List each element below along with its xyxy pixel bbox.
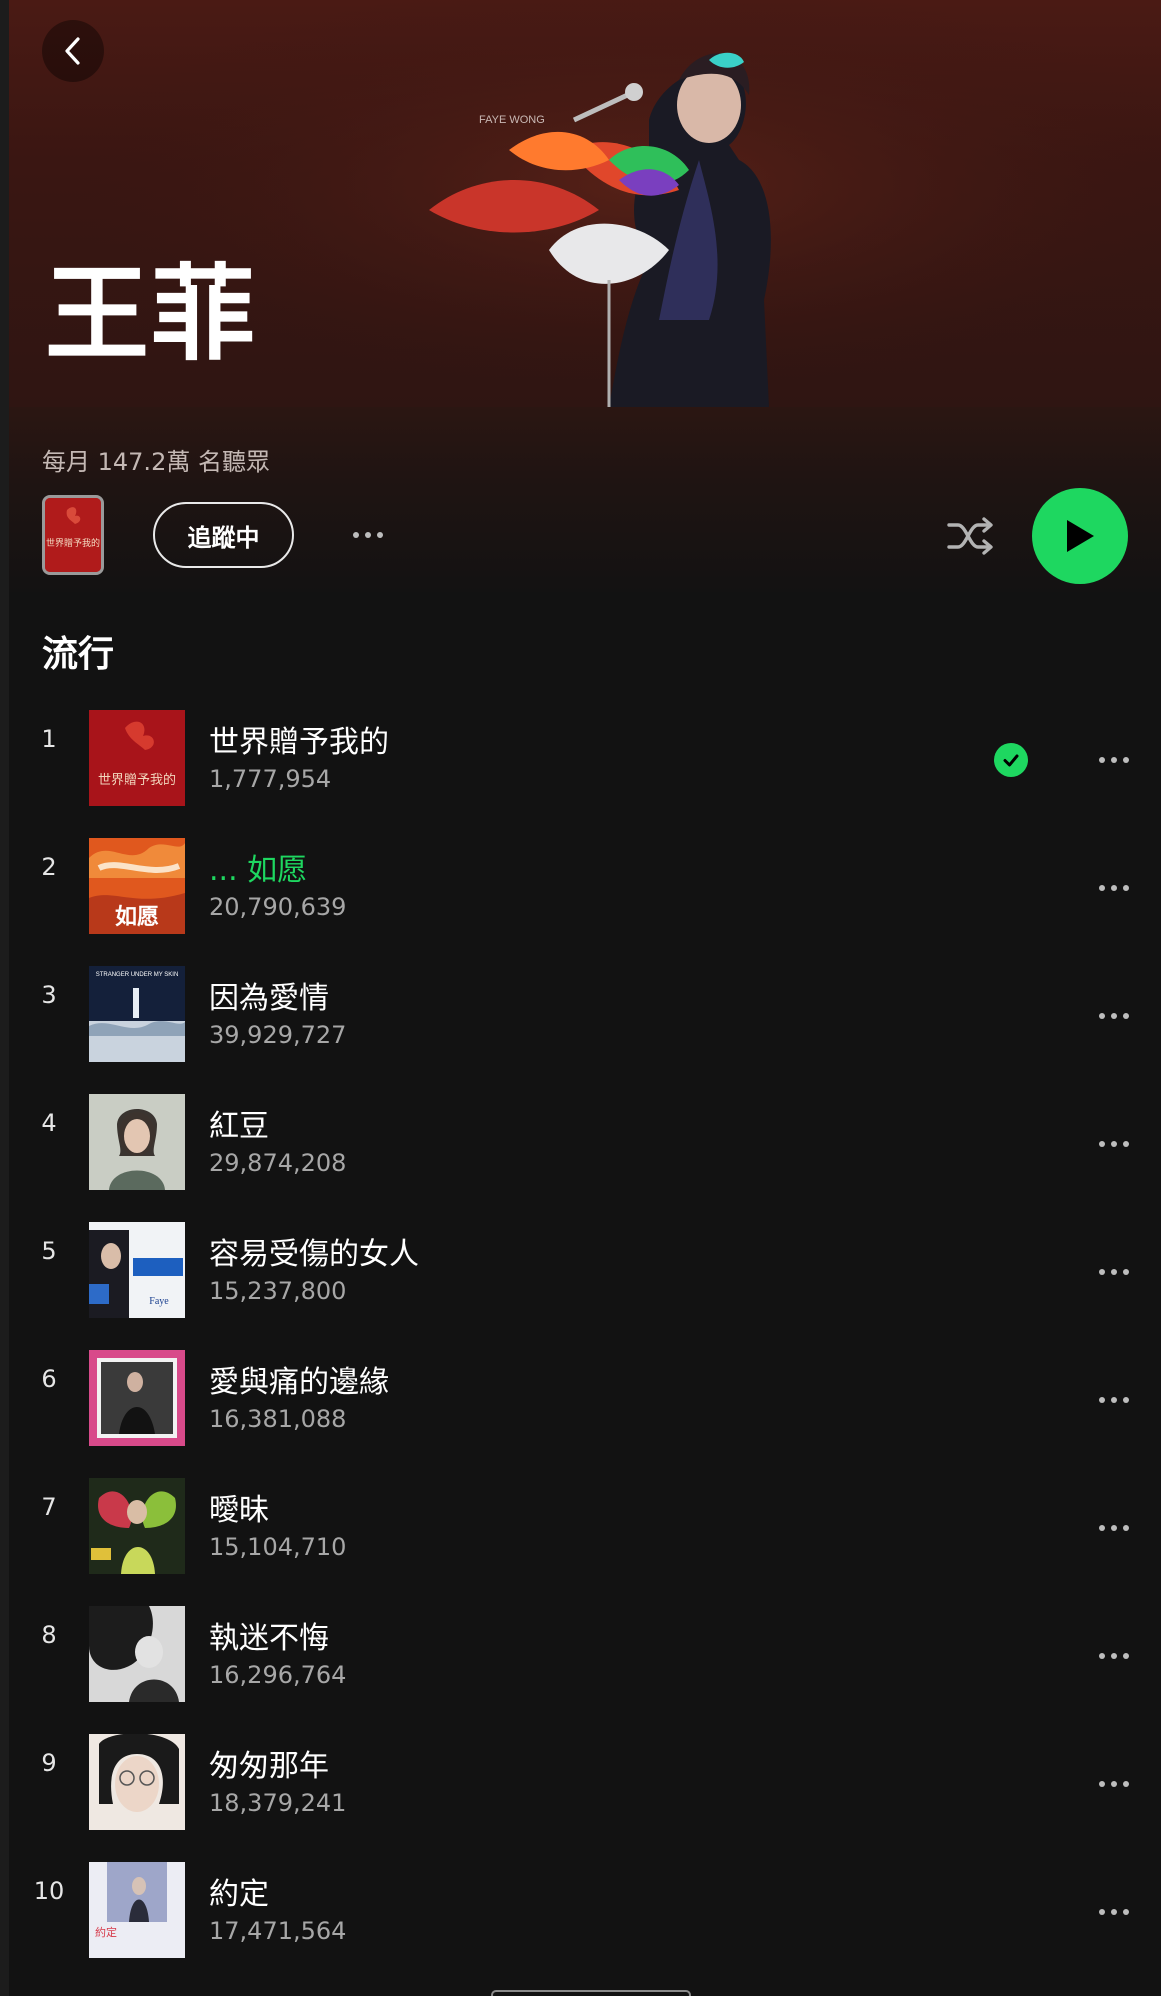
saved-check-button[interactable] <box>994 743 1028 777</box>
track-cover: 約定 <box>89 1862 185 1958</box>
home-indicator <box>491 1990 691 1996</box>
track-title: 曖昧 <box>209 1493 269 1528</box>
track-more-options-button[interactable] <box>1089 743 1139 777</box>
track-rank: 9 <box>41 1749 57 1777</box>
artist-more-options-button[interactable] <box>343 520 393 550</box>
album-art-caption: FAYE WONG <box>479 114 545 126</box>
track-rank: 8 <box>41 1621 57 1649</box>
back-button[interactable] <box>42 20 104 82</box>
track-row[interactable]: 10 約定 約定 17,471,564 <box>9 1829 1161 1958</box>
track-cover <box>89 1350 185 1446</box>
track-play-count: 16,296,764 <box>209 1661 347 1689</box>
more-horizontal-icon <box>1099 1269 1129 1275</box>
monthly-listeners: 每月 147.2萬 名聽眾 <box>42 448 270 476</box>
more-horizontal-icon <box>1099 1525 1129 1531</box>
track-play-count: 17,471,564 <box>209 1917 347 1945</box>
track-row[interactable]: 7 曖昧 15,104,710 <box>9 1445 1161 1574</box>
track-cover <box>89 1606 185 1702</box>
track-rank: 5 <box>41 1237 57 1265</box>
track-rank: 6 <box>41 1365 57 1393</box>
track-cover: STRANGER UNDER MY SKIN <box>89 966 185 1062</box>
track-play-count: 15,104,710 <box>209 1533 347 1561</box>
track-play-count: 20,790,639 <box>209 893 347 921</box>
svg-text:世界贈予我的: 世界贈予我的 <box>98 772 176 788</box>
track-title: 約定 <box>209 1877 269 1912</box>
track-row[interactable]: 8 執迷不悔 16,296,764 <box>9 1573 1161 1702</box>
track-more-options-button[interactable] <box>1089 1511 1139 1545</box>
track-cover <box>89 1734 185 1830</box>
svg-text:約定: 約定 <box>95 1925 117 1939</box>
artist-header: FAYE WONG 王菲 <box>9 0 1161 407</box>
svg-text:如愿: 如愿 <box>115 904 159 930</box>
popular-section-title: 流行 <box>42 634 115 675</box>
track-title: 因為愛情 <box>209 981 329 1016</box>
more-horizontal-icon <box>1099 1653 1129 1659</box>
chevron-left-icon <box>65 37 80 65</box>
track-rank: 1 <box>41 725 57 753</box>
track-cover: Faye <box>89 1222 185 1318</box>
track-title: ... 如愿 <box>209 853 308 888</box>
track-row[interactable]: 3 STRANGER UNDER MY SKIN 因為愛情 39,929,727 <box>9 933 1161 1062</box>
more-horizontal-icon <box>1099 1781 1129 1787</box>
track-more-options-button[interactable] <box>1089 1767 1139 1801</box>
follow-button[interactable]: 追蹤中 <box>153 502 294 568</box>
track-play-count: 15,237,800 <box>209 1277 347 1305</box>
track-row[interactable]: 9 匆匆那年 18,379,241 <box>9 1701 1161 1830</box>
track-cover <box>89 1478 185 1574</box>
track-row[interactable]: 2 如愿 ... 如愿 20,790,639 <box>9 805 1161 934</box>
more-horizontal-icon <box>1099 885 1129 891</box>
track-more-options-button[interactable] <box>1089 871 1139 905</box>
track-play-count: 16,381,088 <box>209 1405 347 1433</box>
track-title: 執迷不悔 <box>209 1621 329 1656</box>
artist-name: 王菲 <box>45 253 258 375</box>
left-edge-strip <box>0 0 9 1996</box>
track-rank: 3 <box>41 981 57 1009</box>
track-rank: 2 <box>41 853 57 881</box>
track-more-options-button[interactable] <box>1089 1639 1139 1673</box>
more-horizontal-icon <box>1099 1397 1129 1403</box>
svg-text:STRANGER UNDER MY SKIN: STRANGER UNDER MY SKIN <box>96 972 179 978</box>
track-row[interactable]: 4 紅豆 29,874,208 <box>9 1061 1161 1190</box>
track-more-options-button[interactable] <box>1089 1127 1139 1161</box>
artist-page: FAYE WONG 王菲 每月 147.2萬 名聽眾 世界贈予我的 追蹤中 流行… <box>9 0 1161 1996</box>
track-rank: 7 <box>41 1493 57 1521</box>
svg-text:Faye: Faye <box>149 1296 169 1307</box>
track-play-count: 39,929,727 <box>209 1021 347 1049</box>
track-cover <box>89 1094 185 1190</box>
more-horizontal-icon <box>1099 1909 1129 1915</box>
track-row[interactable]: 1 世界贈予我的 世界贈予我的 1,777,954 <box>9 677 1161 806</box>
album-thumbnail-art: 世界贈予我的 <box>45 498 101 572</box>
more-horizontal-icon <box>1099 757 1129 763</box>
track-title: 匆匆那年 <box>209 1749 329 1784</box>
latest-release-thumbnail[interactable]: 世界贈予我的 <box>42 495 104 575</box>
track-more-options-button[interactable] <box>1089 1255 1139 1289</box>
track-row[interactable]: 6 愛與痛的邊緣 16,381,088 <box>9 1317 1161 1446</box>
track-title: 世界贈予我的 <box>209 725 389 760</box>
track-more-options-button[interactable] <box>1089 1383 1139 1417</box>
play-button[interactable] <box>1032 488 1128 584</box>
track-more-options-button[interactable] <box>1089 1895 1139 1929</box>
play-icon <box>1067 520 1094 552</box>
track-rank: 4 <box>41 1109 57 1137</box>
thumbnail-text: 世界贈予我的 <box>46 537 100 549</box>
track-title: 紅豆 <box>209 1109 269 1144</box>
track-row[interactable]: 5 Faye 容易受傷的女人 15,237,800 <box>9 1189 1161 1318</box>
check-circle-icon <box>1003 754 1019 767</box>
track-cover: 如愿 <box>89 838 185 934</box>
track-play-count: 18,379,241 <box>209 1789 347 1817</box>
shuffle-button[interactable] <box>942 510 998 562</box>
track-title: 容易受傷的女人 <box>209 1237 419 1272</box>
track-cover: 世界贈予我的 <box>89 710 185 806</box>
more-horizontal-icon <box>353 532 383 538</box>
track-play-count: 1,777,954 <box>209 765 332 793</box>
more-horizontal-icon <box>1099 1013 1129 1019</box>
track-play-count: 29,874,208 <box>209 1149 347 1177</box>
more-horizontal-icon <box>1099 1141 1129 1147</box>
track-rank: 10 <box>33 1877 65 1905</box>
track-more-options-button[interactable] <box>1089 999 1139 1033</box>
track-title: 愛與痛的邊緣 <box>209 1365 389 1400</box>
shuffle-icon <box>947 517 993 555</box>
